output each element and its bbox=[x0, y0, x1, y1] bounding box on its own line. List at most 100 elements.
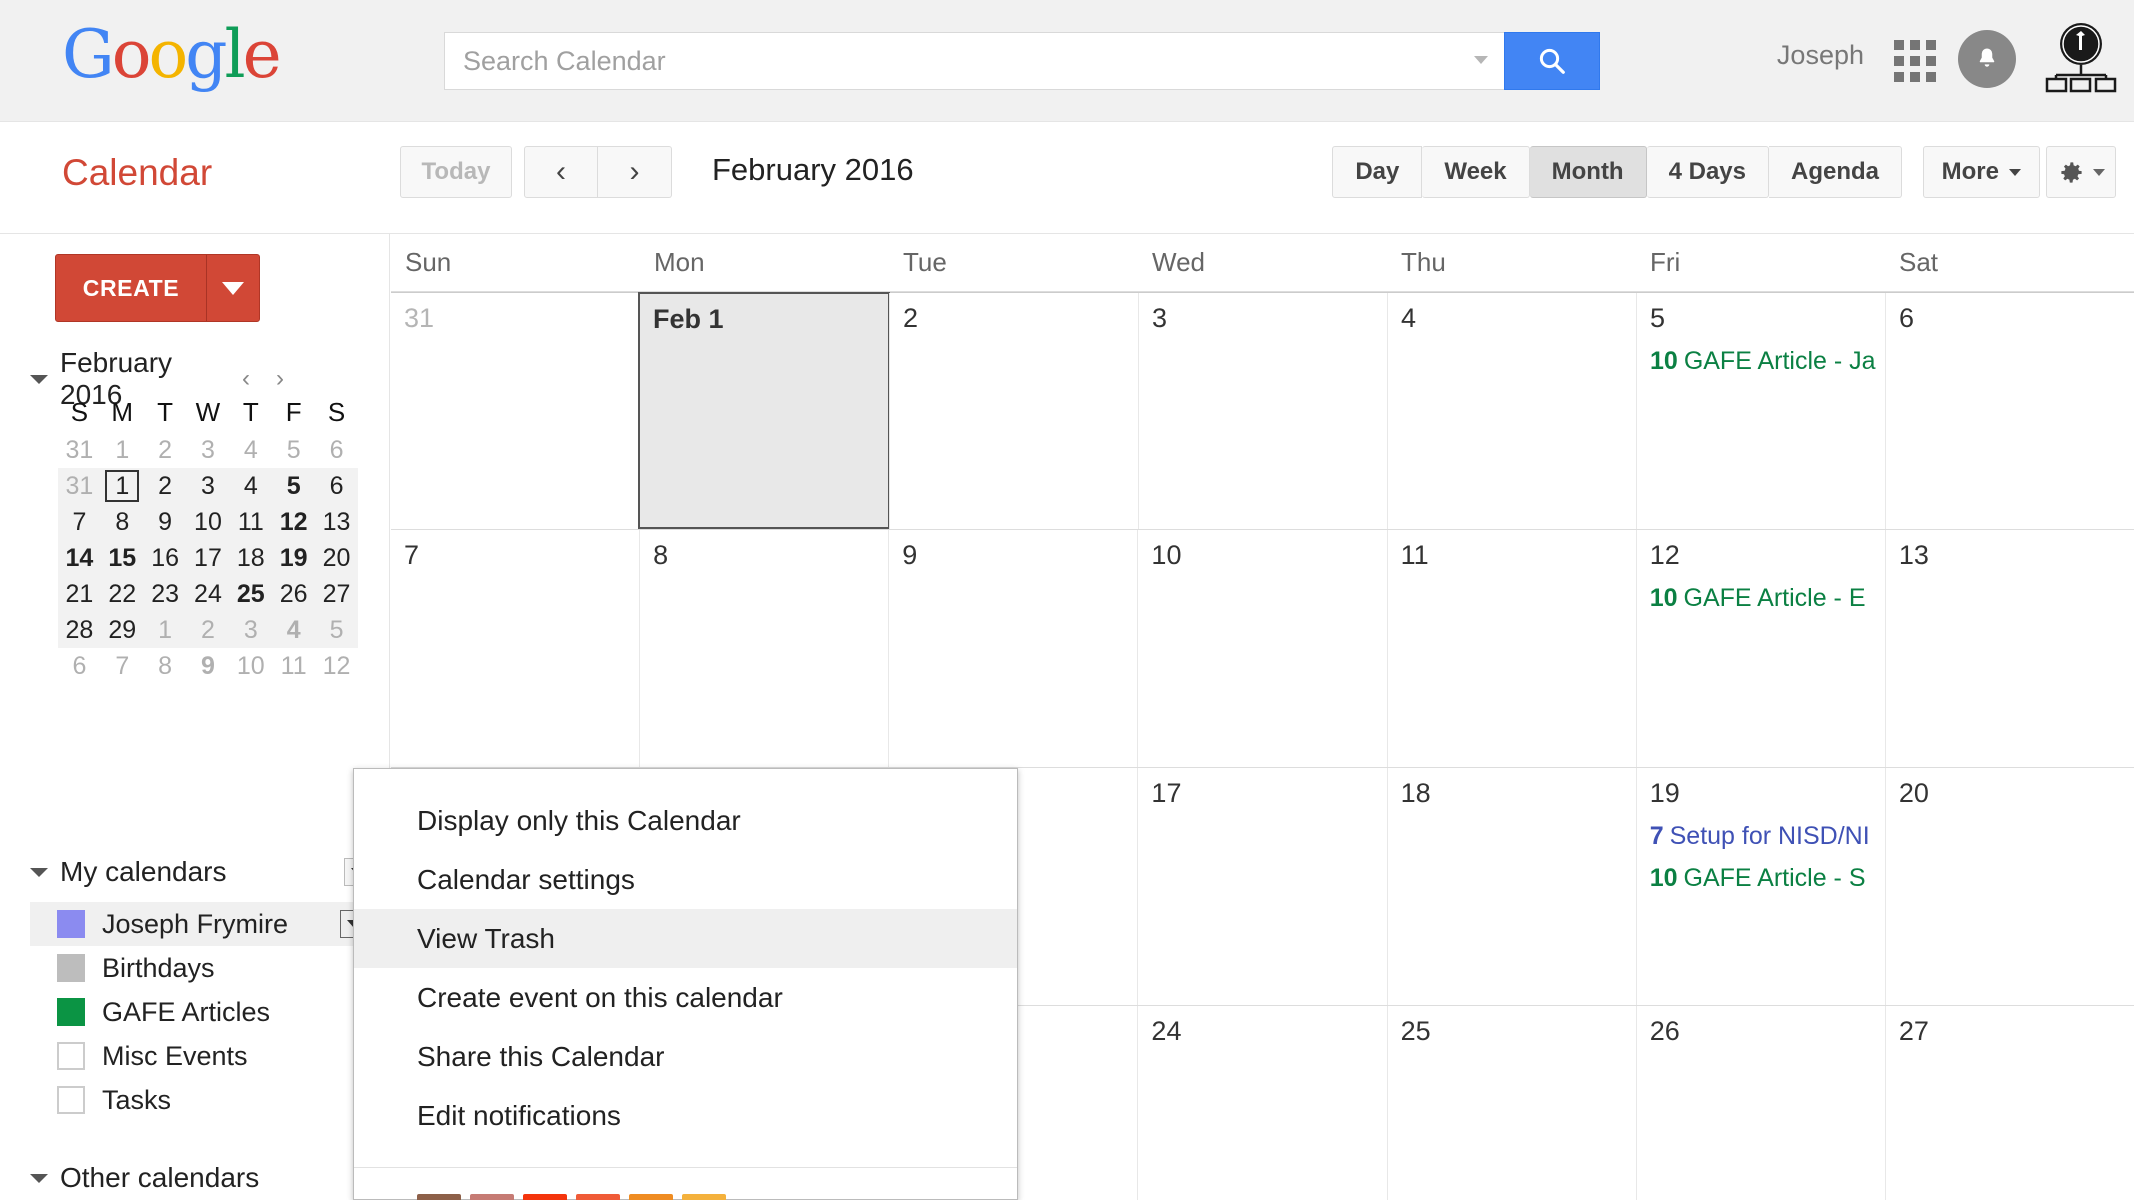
color-swatch[interactable] bbox=[629, 1194, 673, 1200]
tab-4days[interactable]: 4 Days bbox=[1646, 146, 1769, 198]
grid-day-number[interactable]: 8 bbox=[653, 540, 880, 571]
mini-calendar-day[interactable]: 6 bbox=[58, 648, 101, 684]
calendar-list-item[interactable]: Birthdays bbox=[30, 946, 372, 990]
grid-day-cell[interactable]: 17 bbox=[1137, 768, 1386, 1005]
color-swatch[interactable] bbox=[576, 1194, 620, 1200]
collapse-other-calendars-icon[interactable] bbox=[30, 1173, 48, 1183]
grid-day-cell[interactable]: Feb 1 bbox=[638, 292, 890, 529]
mini-calendar-day[interactable]: 6 bbox=[315, 432, 358, 468]
mini-calendar-day[interactable]: 5 bbox=[272, 432, 315, 468]
calendar-color-checkbox[interactable] bbox=[57, 998, 85, 1026]
grid-day-number[interactable]: 17 bbox=[1151, 778, 1378, 809]
calendar-event[interactable]: 10 GAFE Article - S bbox=[1650, 863, 1877, 893]
mini-calendar-day[interactable]: 19 bbox=[272, 540, 316, 576]
tab-week[interactable]: Week bbox=[1422, 146, 1530, 198]
mini-calendar-day[interactable]: 22 bbox=[100, 576, 144, 612]
mini-calendar-day[interactable]: 26 bbox=[272, 576, 316, 612]
mini-calendar-day[interactable]: 13 bbox=[315, 504, 358, 540]
grid-day-cell[interactable]: 12 10 GAFE Article - E bbox=[1635, 530, 1885, 767]
grid-day-number[interactable]: 13 bbox=[1899, 540, 2126, 571]
mini-calendar-day[interactable]: 1 bbox=[100, 468, 144, 504]
context-menu-item[interactable]: Edit notifications bbox=[354, 1086, 1017, 1145]
grid-day-cell[interactable]: 10 bbox=[1137, 530, 1386, 767]
grid-day-cell[interactable]: 6 bbox=[1885, 293, 2134, 529]
settings-button[interactable] bbox=[2046, 146, 2116, 198]
calendar-list-item[interactable]: Joseph Frymire bbox=[30, 902, 372, 946]
grid-day-number[interactable]: 2 bbox=[903, 303, 1130, 334]
grid-day-cell[interactable]: 7 bbox=[391, 530, 639, 767]
mini-calendar-day[interactable]: 16 bbox=[143, 540, 187, 576]
grid-day-number[interactable]: 20 bbox=[1899, 778, 2126, 809]
grid-day-number[interactable]: 4 bbox=[1401, 303, 1628, 334]
mini-calendar-day[interactable]: 21 bbox=[58, 576, 101, 612]
calendar-color-checkbox[interactable] bbox=[57, 954, 85, 982]
collapse-mini-calendar-icon[interactable] bbox=[30, 374, 48, 384]
mini-calendar-day[interactable]: 31 bbox=[58, 432, 101, 468]
grid-day-number[interactable]: 9 bbox=[902, 540, 1129, 571]
mini-calendar-day[interactable]: 28 bbox=[58, 612, 101, 648]
grid-day-cell[interactable]: 27 bbox=[1884, 1006, 2134, 1200]
mini-calendar-day[interactable]: 8 bbox=[100, 504, 144, 540]
grid-day-cell[interactable]: 3 bbox=[1138, 293, 1387, 529]
mini-calendar-day[interactable]: 1 bbox=[101, 432, 144, 468]
chevron-down-icon[interactable] bbox=[1474, 56, 1488, 64]
mini-calendar-day[interactable]: 4 bbox=[229, 432, 272, 468]
mini-prev-month-button[interactable]: ‹ bbox=[242, 365, 250, 393]
mini-calendar-day[interactable]: 2 bbox=[143, 468, 187, 504]
grid-day-number[interactable]: 19 bbox=[1650, 778, 1877, 809]
mini-calendar-day[interactable]: 25 bbox=[229, 576, 273, 612]
calendar-event[interactable]: 7 Setup for NISD/NI bbox=[1650, 821, 1877, 851]
search-input[interactable] bbox=[445, 33, 1504, 89]
create-dropdown-button[interactable] bbox=[207, 255, 259, 321]
calendar-list-item[interactable]: GAFE Articles bbox=[30, 990, 372, 1034]
grid-day-cell[interactable]: 9 bbox=[888, 530, 1137, 767]
grid-day-number[interactable]: 24 bbox=[1151, 1016, 1378, 1047]
grid-day-cell[interactable]: 24 bbox=[1137, 1006, 1386, 1200]
mini-calendar-day[interactable]: 7 bbox=[101, 648, 144, 684]
mini-calendar-day[interactable]: 6 bbox=[315, 468, 358, 504]
google-logo[interactable]: Google bbox=[62, 22, 282, 88]
tab-month[interactable]: Month bbox=[1529, 146, 1647, 198]
grid-day-number[interactable]: 12 bbox=[1650, 540, 1877, 571]
grid-day-number[interactable]: 26 bbox=[1650, 1016, 1877, 1047]
grid-day-cell[interactable]: 2 bbox=[889, 293, 1138, 529]
next-period-button[interactable]: › bbox=[598, 146, 672, 198]
calendar-event[interactable]: 10 GAFE Article - Ja bbox=[1650, 346, 1877, 376]
grid-day-number[interactable]: 11 bbox=[1401, 540, 1628, 571]
grid-day-cell[interactable]: 25 bbox=[1386, 1006, 1636, 1200]
grid-day-number[interactable]: 7 bbox=[404, 540, 631, 571]
mini-calendar-day[interactable]: 14 bbox=[58, 540, 101, 576]
grid-day-cell[interactable]: 18 bbox=[1386, 768, 1636, 1005]
grid-day-cell[interactable]: 11 bbox=[1386, 530, 1636, 767]
mini-calendar-day[interactable]: 17 bbox=[186, 540, 230, 576]
calendar-color-checkbox[interactable] bbox=[57, 1086, 85, 1114]
mini-calendar-day[interactable]: 8 bbox=[144, 648, 187, 684]
grid-day-number[interactable]: 6 bbox=[1899, 303, 2126, 334]
calendar-list-item[interactable]: Misc Events bbox=[30, 1034, 372, 1078]
mini-calendar-day[interactable]: 2 bbox=[186, 612, 230, 648]
mini-calendar-day[interactable]: 10 bbox=[186, 504, 230, 540]
calendar-color-checkbox[interactable] bbox=[57, 1042, 85, 1070]
grid-day-number[interactable]: 31 bbox=[404, 303, 631, 334]
mini-calendar-day[interactable]: 9 bbox=[143, 504, 187, 540]
mini-next-month-button[interactable]: › bbox=[276, 365, 284, 393]
color-swatch[interactable] bbox=[417, 1194, 461, 1200]
context-menu-item[interactable]: Share this Calendar bbox=[354, 1027, 1017, 1086]
search-button[interactable] bbox=[1504, 32, 1600, 90]
mini-calendar-day[interactable]: 31 bbox=[58, 468, 101, 504]
color-swatch[interactable] bbox=[470, 1194, 514, 1200]
calendar-list-item[interactable]: Tasks bbox=[30, 1078, 372, 1122]
prev-period-button[interactable]: ‹ bbox=[524, 146, 598, 198]
mini-calendar-day[interactable]: 23 bbox=[143, 576, 187, 612]
mini-calendar-day[interactable]: 5 bbox=[272, 468, 316, 504]
grid-day-cell[interactable]: 8 bbox=[639, 530, 888, 767]
mini-calendar-day[interactable]: 7 bbox=[58, 504, 101, 540]
mini-calendar-day[interactable]: 18 bbox=[229, 540, 273, 576]
mini-calendar-day[interactable]: 2 bbox=[144, 432, 187, 468]
grid-day-cell[interactable]: 31 bbox=[391, 293, 639, 529]
tab-agenda[interactable]: Agenda bbox=[1768, 146, 1902, 198]
color-swatch[interactable] bbox=[523, 1194, 567, 1200]
mini-calendar-day[interactable]: 29 bbox=[100, 612, 144, 648]
notifications-button[interactable] bbox=[1958, 30, 2016, 88]
mini-calendar-day[interactable]: 3 bbox=[187, 432, 230, 468]
